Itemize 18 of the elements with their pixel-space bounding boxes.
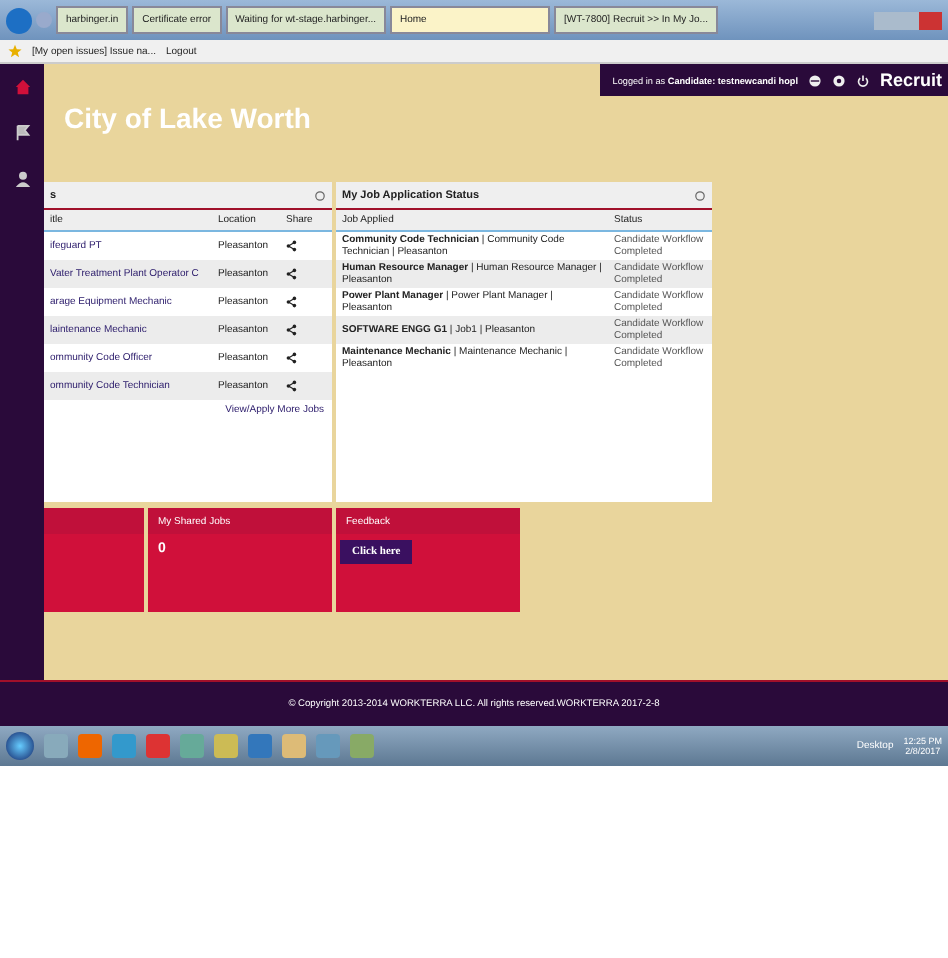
star-icon[interactable] — [8, 44, 22, 58]
tile — [44, 508, 144, 612]
share-icon[interactable] — [286, 268, 298, 280]
share-icon[interactable] — [286, 380, 298, 392]
flag-icon[interactable] — [13, 124, 31, 142]
share-icon[interactable] — [286, 296, 298, 308]
organization-title: City of Lake Worth — [62, 100, 313, 138]
window-controls[interactable] — [874, 11, 942, 29]
share-icon[interactable] — [286, 240, 298, 252]
share-icon[interactable] — [286, 352, 298, 364]
app-name: Recruit — [879, 70, 942, 90]
settings-icon[interactable] — [831, 73, 846, 87]
person-icon[interactable] — [13, 170, 31, 188]
power-icon[interactable] — [855, 73, 870, 87]
start-button[interactable] — [6, 732, 34, 760]
share-icon[interactable] — [286, 324, 298, 336]
home-icon[interactable] — [13, 78, 31, 96]
back-button[interactable] — [6, 7, 32, 33]
